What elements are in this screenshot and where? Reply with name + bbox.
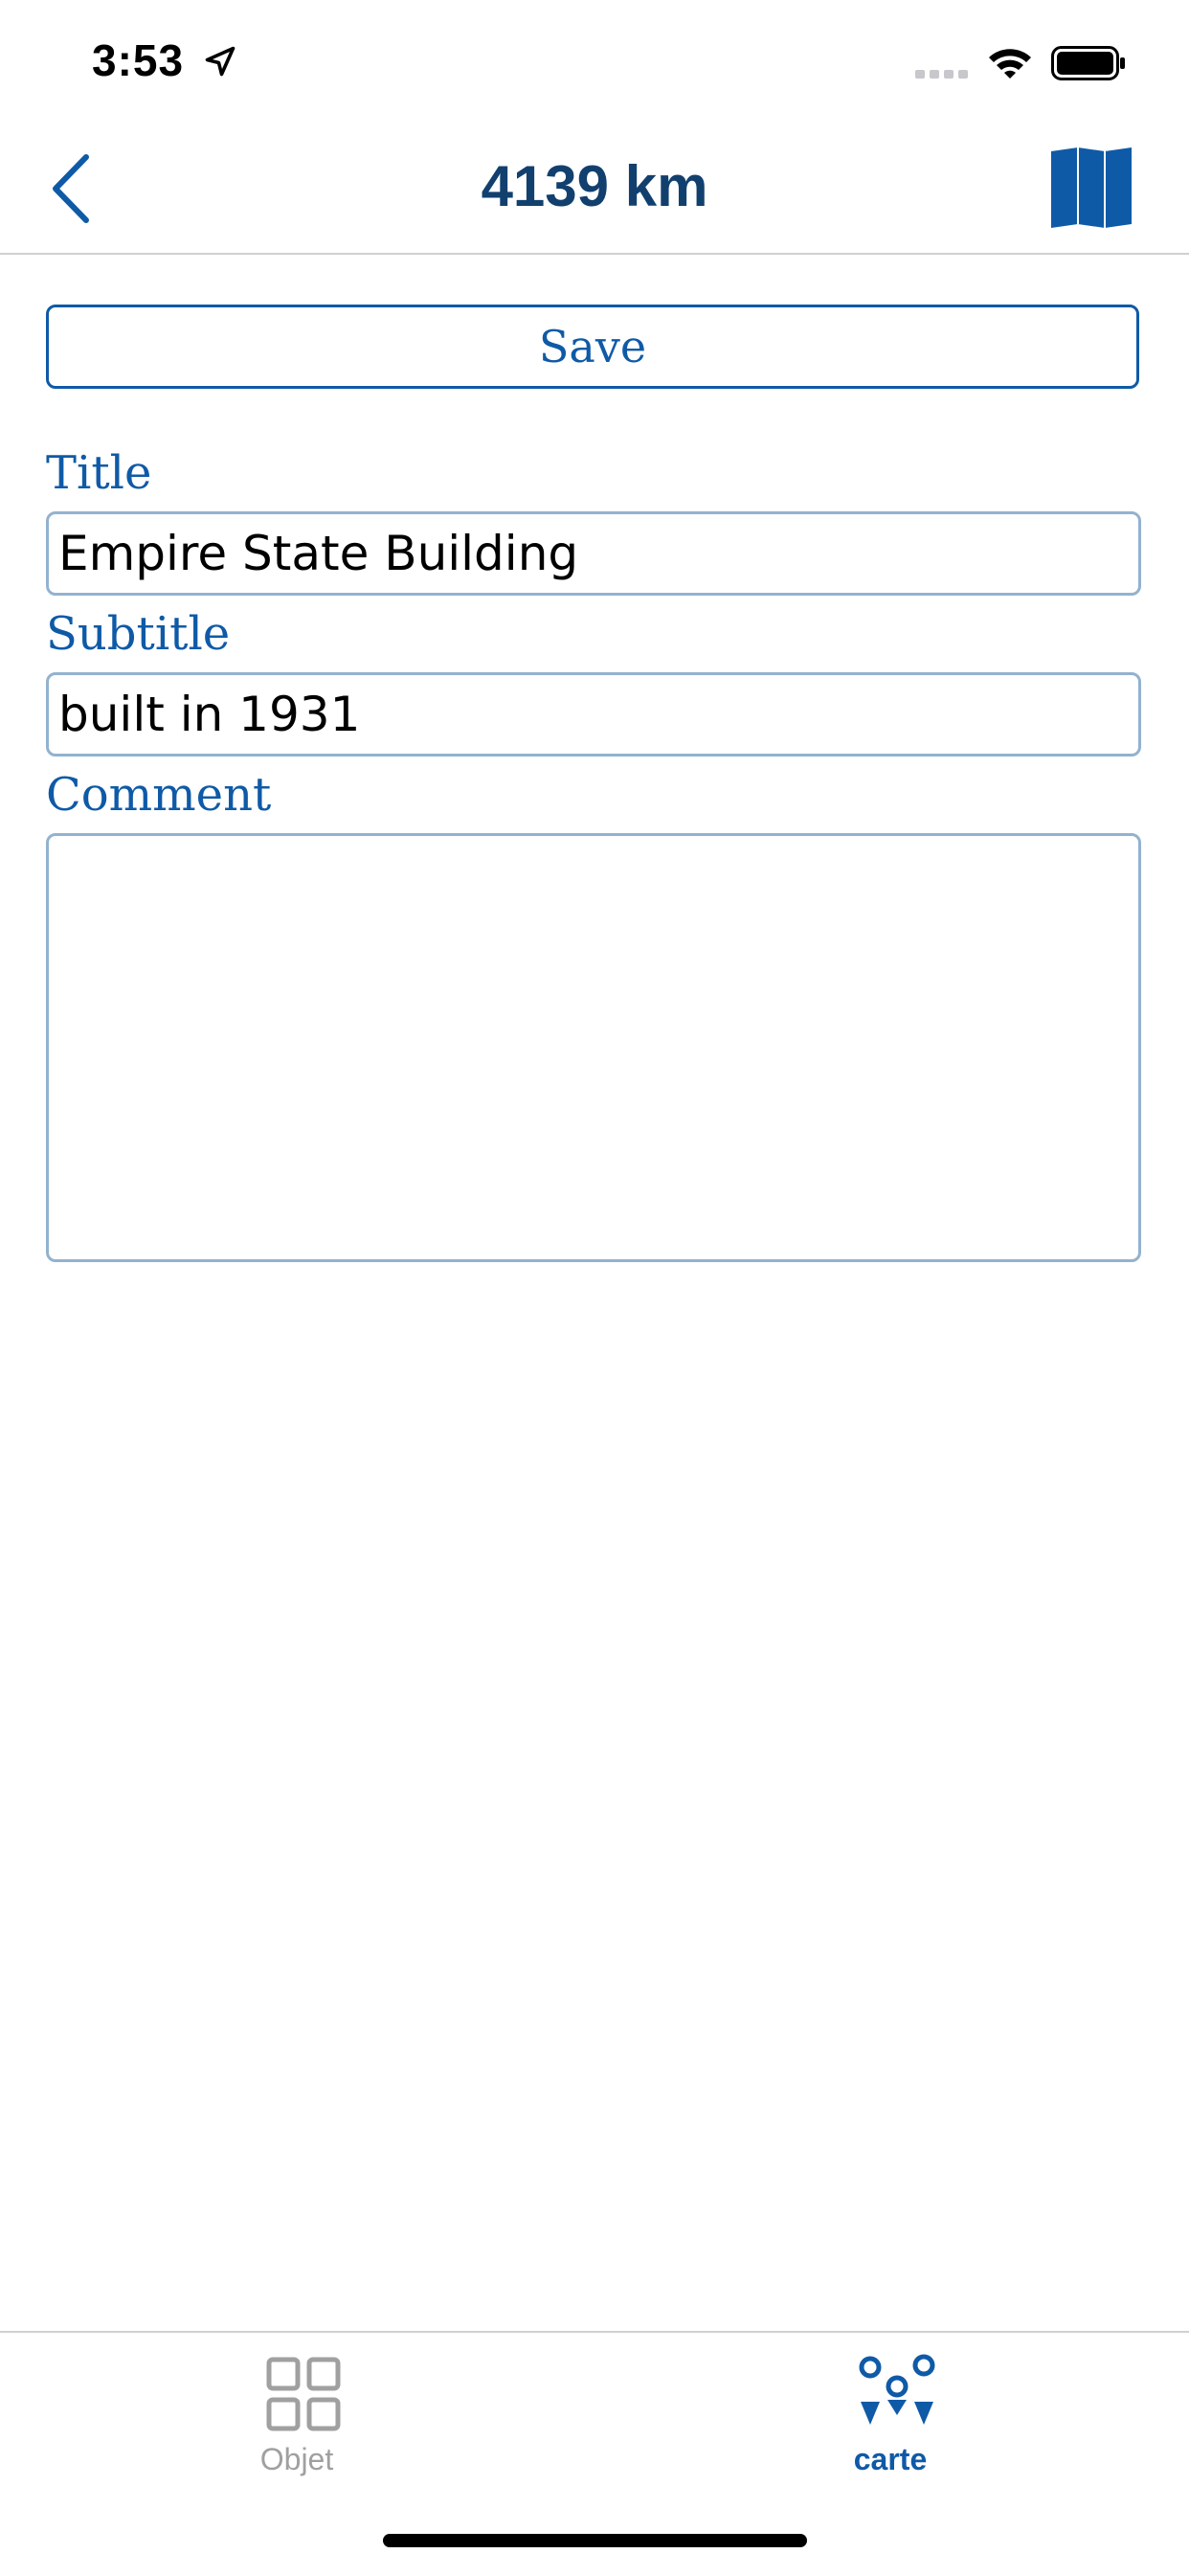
grid-icon — [266, 2357, 341, 2431]
status-bar: 3:53 — [0, 0, 1189, 126]
status-time: 3:53 — [92, 35, 185, 85]
tab-label: Objet — [259, 2442, 334, 2476]
tab-objet[interactable]: Objet — [153, 2350, 440, 2494]
home-indicator — [383, 2534, 807, 2547]
tab-carte[interactable]: carte — [747, 2350, 1034, 2494]
title-label: Title — [46, 446, 152, 500]
battery-icon — [1051, 46, 1125, 80]
comment-textarea[interactable] — [46, 833, 1141, 1262]
subtitle-input[interactable] — [46, 672, 1141, 757]
page-title: 4139 km — [481, 154, 708, 218]
location-arrow-icon — [205, 46, 236, 77]
comment-label: Comment — [46, 768, 272, 822]
wifi-icon — [989, 49, 1031, 79]
navigation-bar: 4139 km — [0, 126, 1189, 255]
subtitle-label: Subtitle — [46, 607, 231, 661]
cellular-signal-icon — [915, 70, 968, 79]
title-input[interactable] — [46, 511, 1141, 596]
save-button[interactable]: Save — [46, 305, 1139, 389]
tab-label: carte — [853, 2442, 928, 2476]
map-pins-icon — [859, 2354, 935, 2425]
folded-map-icon[interactable] — [1049, 146, 1133, 230]
